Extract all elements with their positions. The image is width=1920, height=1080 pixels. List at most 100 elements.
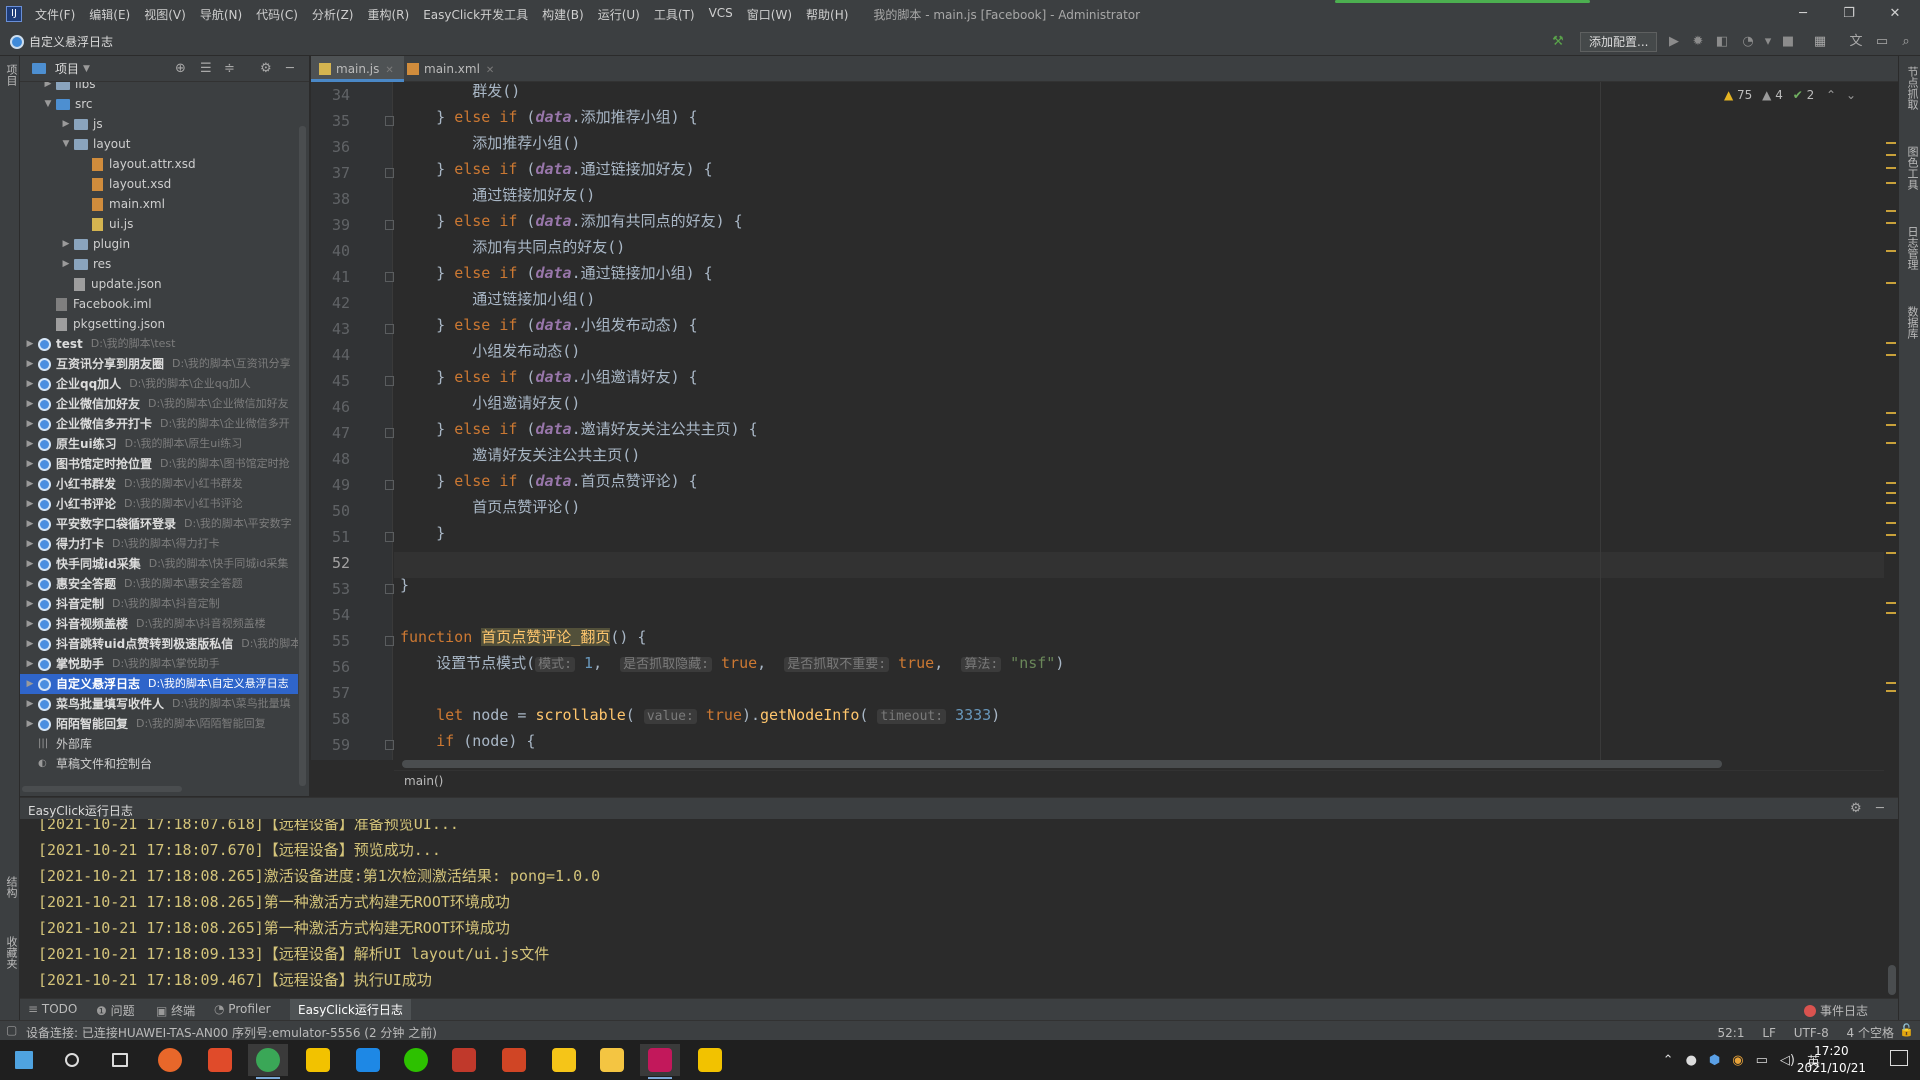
media-icon[interactable]: [544, 1044, 584, 1076]
warning-mark[interactable]: [1886, 222, 1896, 224]
code-line[interactable]: } else if (data.小组发布动态) {: [400, 312, 698, 338]
warning-mark[interactable]: [1886, 602, 1896, 604]
bottom-tab[interactable]: ◔ Profiler: [214, 1002, 271, 1016]
expand-all-icon[interactable]: ☰: [200, 61, 212, 76]
project-tool-tab[interactable]: 项目: [3, 64, 19, 86]
minimize-button[interactable]: ─: [1780, 0, 1826, 28]
hide-panel-icon[interactable]: ─: [286, 61, 294, 76]
bottom-tab[interactable]: ▣ 终端: [156, 1002, 195, 1019]
code-line[interactable]: let node = scrollable( value: true).getN…: [400, 702, 1000, 728]
bottom-tab[interactable]: EasyClick运行日志: [290, 999, 411, 1021]
debug-icon[interactable]: ✹: [1690, 34, 1706, 50]
tree-item[interactable]: ui.js: [20, 214, 298, 234]
code-line[interactable]: 小组发布动态(): [400, 338, 580, 364]
chrome-icon[interactable]: [248, 1044, 288, 1079]
tree-item[interactable]: ▶ 小红书评论 D:\我的脚本\小红书评论: [20, 494, 298, 514]
chevron-right-icon[interactable]: ▶: [24, 694, 36, 714]
tree-item[interactable]: ▶ 掌悦助手 D:\我的脚本\掌悦助手: [20, 654, 298, 674]
right-tool-tab[interactable]: 日志管理: [1904, 226, 1920, 270]
chevron-up-icon[interactable]: ⌃: [1826, 88, 1836, 102]
menu-item[interactable]: 重构(R): [361, 6, 417, 23]
layout-icon[interactable]: ▭: [1874, 34, 1890, 50]
firefox-icon[interactable]: [150, 1044, 190, 1076]
tree-horizontal-scrollbar[interactable]: [22, 786, 182, 792]
tree-item[interactable]: ▶ 企业qq加人 D:\我的脚本\企业qq加人: [20, 374, 298, 394]
menu-item[interactable]: 代码(C): [249, 6, 305, 23]
clock[interactable]: 17:20 2021/10/21: [1797, 1043, 1866, 1077]
fold-marker-icon[interactable]: [385, 272, 394, 282]
fold-marker-icon[interactable]: [385, 376, 394, 386]
fold-marker-icon[interactable]: [385, 532, 394, 542]
menu-item[interactable]: 窗口(W): [740, 6, 799, 23]
chevron-right-icon[interactable]: ▶: [24, 454, 36, 474]
code-line[interactable]: 添加有共同点的好友(): [400, 234, 625, 260]
project-view-selector[interactable]: 项目: [55, 60, 79, 77]
yellow-app-icon[interactable]: [690, 1044, 730, 1076]
gear-icon[interactable]: ⚙: [260, 61, 272, 76]
fold-marker-icon[interactable]: [385, 324, 394, 334]
qq-icon[interactable]: ◉: [1732, 1053, 1743, 1068]
code-editor[interactable]: 群发() } else if (data.添加推荐小组) { 添加推荐小组() …: [394, 82, 1884, 760]
file-encoding[interactable]: UTF-8: [1794, 1026, 1829, 1040]
tree-item[interactable]: ▶ test D:\我的脚本\test: [20, 334, 298, 354]
tree-item[interactable]: pkgsetting.json: [20, 314, 298, 334]
tree-item[interactable]: ▶ 得力打卡 D:\我的脚本\得力打卡: [20, 534, 298, 554]
code-line[interactable]: 设置节点模式(模式: 1, 是否抓取隐藏: true, 是否抓取不重要: tru…: [400, 650, 1064, 676]
code-line[interactable]: 邀请好友关注公共主页(): [400, 442, 640, 468]
indent-setting[interactable]: 4 个空格: [1847, 1026, 1894, 1040]
editor-horizontal-scrollbar[interactable]: [402, 760, 1722, 768]
structure-tool-tab[interactable]: 结构: [3, 876, 19, 898]
fold-marker-icon[interactable]: [385, 480, 394, 490]
event-log-tab[interactable]: 事件日志: [1803, 1002, 1868, 1019]
file-explorer-icon[interactable]: [592, 1044, 632, 1076]
tree-item[interactable]: ||| 外部库: [20, 734, 298, 754]
chevron-right-icon[interactable]: ▶: [24, 434, 36, 454]
task-view-icon[interactable]: [100, 1044, 140, 1076]
translate-icon[interactable]: 文: [1848, 34, 1864, 50]
right-tool-tab[interactable]: 图色工具: [1904, 146, 1920, 190]
browser-icon[interactable]: [348, 1044, 388, 1076]
tree-item[interactable]: ▶ 惠安全答题 D:\我的脚本\惠安全答题: [20, 574, 298, 594]
chevron-right-icon[interactable]: ▶: [24, 334, 36, 354]
right-tool-tab[interactable]: 数据库: [1904, 306, 1920, 339]
warning-mark[interactable]: [1886, 682, 1896, 684]
chevron-up-icon[interactable]: ⌃: [1663, 1053, 1674, 1068]
warning-mark[interactable]: [1886, 210, 1896, 212]
code-line[interactable]: } else if (data.首页点赞评论) {: [400, 468, 698, 494]
warning-mark[interactable]: [1886, 154, 1896, 156]
tree-item[interactable]: ▶ 原生ui练习 D:\我的脚本\原生ui练习: [20, 434, 298, 454]
tree-item[interactable]: update.json: [20, 274, 298, 294]
code-line[interactable]: } else if (data.添加推荐小组) {: [400, 104, 698, 130]
bottom-tab[interactable]: ❶ 问题: [96, 1002, 135, 1019]
tree-item[interactable]: ▶ plugin: [20, 234, 298, 254]
chevron-right-icon[interactable]: ▶: [24, 494, 36, 514]
code-line[interactable]: 首页点赞评论(): [400, 494, 580, 520]
lock-icon[interactable]: 🔓: [1899, 1023, 1914, 1037]
tree-item[interactable]: ▶ 抖音跳转uid点赞转到极速版私信 D:\我的脚本: [20, 634, 298, 654]
line-separator[interactable]: LF: [1762, 1026, 1776, 1040]
warning-mark[interactable]: [1886, 412, 1896, 414]
chevron-right-icon[interactable]: ▶: [24, 554, 36, 574]
warning-mark[interactable]: [1886, 442, 1896, 444]
right-tool-tab[interactable]: 节点抓取: [1904, 66, 1920, 110]
error-stripe[interactable]: [1884, 82, 1898, 762]
inspection-widget[interactable]: ▲ 75 ▲ 4 ✔ 2 ⌃ ⌄: [1724, 88, 1856, 102]
locate-icon[interactable]: ⊕: [175, 61, 186, 76]
menu-item[interactable]: 构建(B): [535, 6, 591, 23]
stop-icon[interactable]: ■: [1780, 34, 1796, 50]
warning-mark[interactable]: [1886, 492, 1896, 494]
powerpoint-icon[interactable]: [494, 1044, 534, 1076]
volume-icon[interactable]: ◁): [1780, 1053, 1795, 1068]
code-line[interactable]: 通过链接加小组(): [400, 286, 595, 312]
warning-mark[interactable]: [1886, 250, 1896, 252]
fold-marker-icon[interactable]: [385, 740, 394, 750]
code-line[interactable]: }: [400, 520, 445, 546]
more-run-icon[interactable]: ▾: [1760, 34, 1776, 50]
tree-item[interactable]: ▶ 小红书群发 D:\我的脚本\小红书群发: [20, 474, 298, 494]
breadcrumb[interactable]: 自定义悬浮日志: [29, 33, 113, 50]
warning-mark[interactable]: [1886, 482, 1896, 484]
chevron-right-icon[interactable]: ▶: [24, 474, 36, 494]
chevron-right-icon[interactable]: ▶: [24, 654, 36, 674]
tree-item[interactable]: ▶ 陌陌智能回复 D:\我的脚本\陌陌智能回复: [20, 714, 298, 734]
tree-item[interactable]: ▼ layout: [20, 134, 298, 154]
